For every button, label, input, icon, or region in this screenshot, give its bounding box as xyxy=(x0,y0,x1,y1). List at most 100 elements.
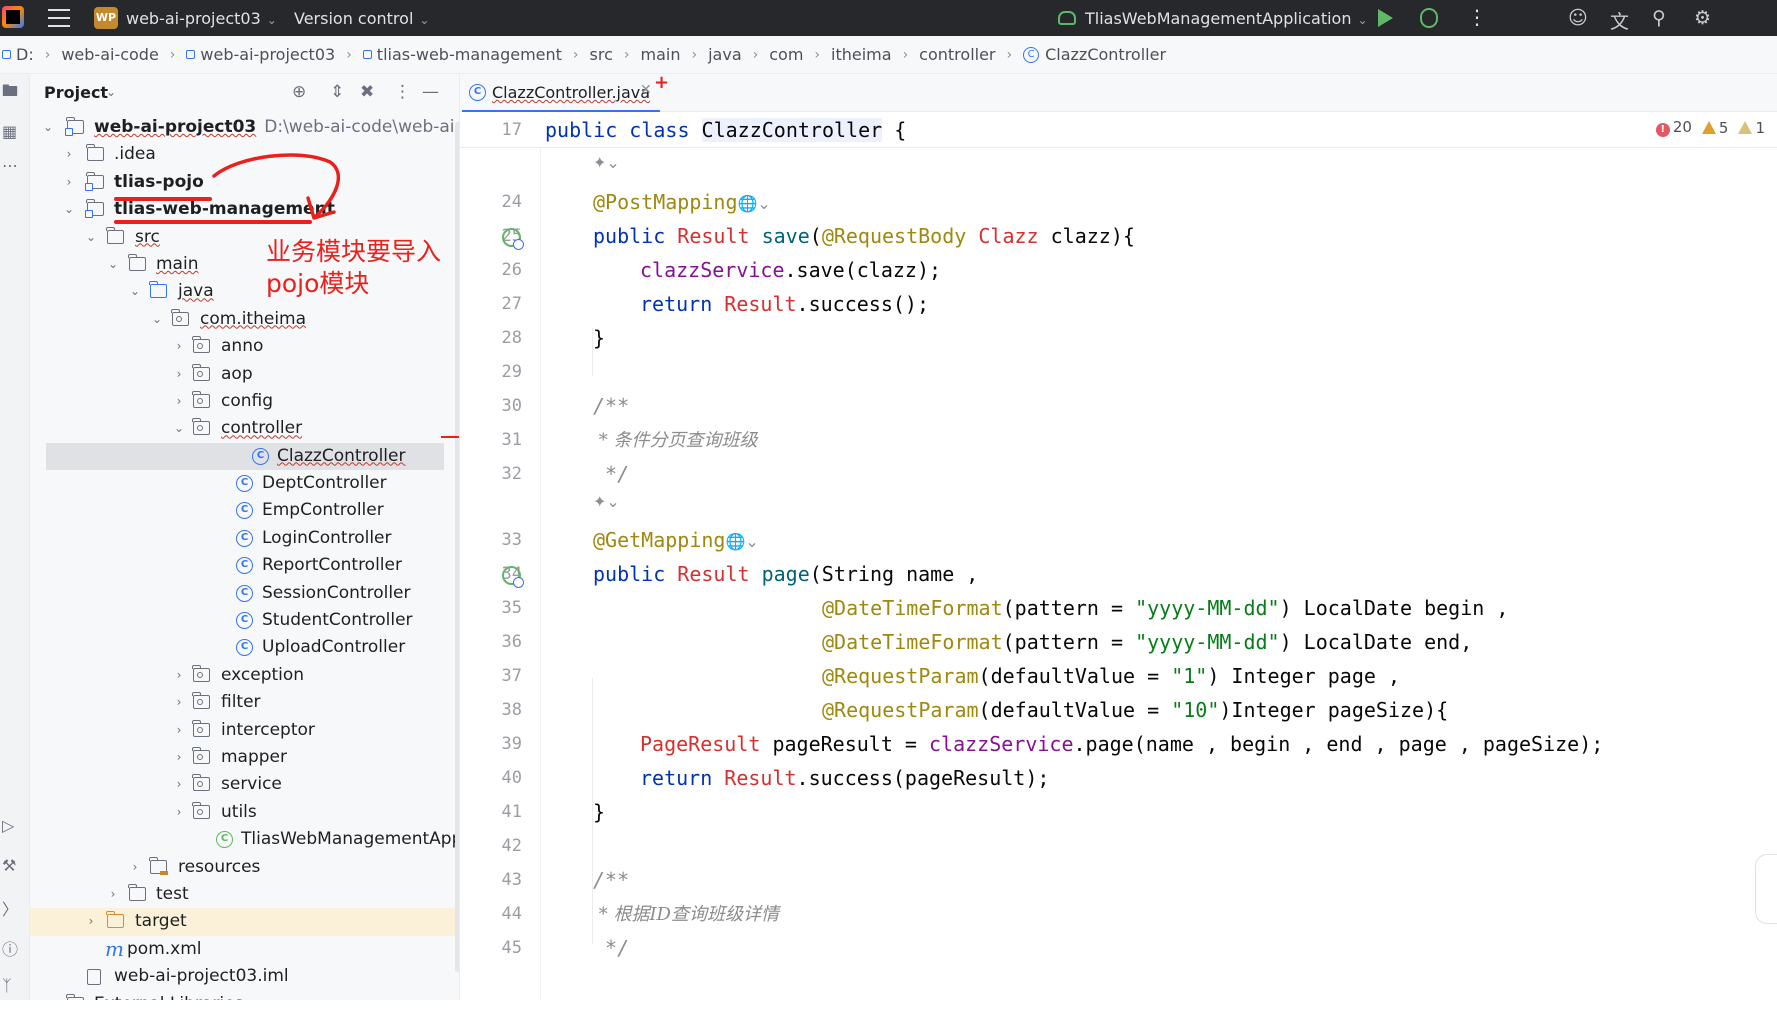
chevron-right-icon[interactable]: › xyxy=(84,908,98,935)
more-tools-icon[interactable]: ⋯ xyxy=(2,156,18,175)
add-user-icon[interactable]: ☺ xyxy=(1568,7,1588,29)
breadcrumb-item[interactable]: main xyxy=(641,45,681,64)
tree-item-idea[interactable]: › .idea xyxy=(30,141,459,168)
tree-item-test[interactable]: › test xyxy=(30,881,459,908)
code-area[interactable]: 17 public class ClazzController { ! 20 5 … xyxy=(460,112,1777,1018)
tree-item-resources[interactable]: › resources xyxy=(30,854,459,881)
chevron-right-icon[interactable]: › xyxy=(172,361,186,388)
breadcrumb-item[interactable]: java xyxy=(708,45,742,64)
chevron-right-icon[interactable]: › xyxy=(172,744,186,771)
tree-item-utils[interactable]: › utils xyxy=(30,799,459,826)
chevron-down-icon[interactable]: ⌄ xyxy=(106,251,120,278)
breadcrumb-item[interactable]: web-ai-code xyxy=(61,45,158,64)
chevron-right-icon[interactable]: › xyxy=(172,662,186,689)
breadcrumb-item[interactable]: tlias-web-management xyxy=(362,45,562,64)
locate-file-icon[interactable]: ⊕ xyxy=(292,82,306,102)
tab-clazzcontroller-java[interactable]: C ClazzController.java ✕ + xyxy=(460,72,669,113)
breadcrumb-item[interactable]: web-ai-project03 xyxy=(186,45,335,64)
build-icon[interactable]: ⚒ xyxy=(2,856,16,875)
tree-item-mapper[interactable]: › mapper xyxy=(30,744,459,771)
search-icon[interactable]: ⚲ xyxy=(1652,7,1666,29)
tree-item-tlias-web-management[interactable]: ⌄ tlias-web-management xyxy=(30,196,459,223)
translate-icon[interactable]: 文 xyxy=(1610,7,1629,34)
tree-item-application[interactable]: C TliasWebManagementApplica xyxy=(30,826,459,853)
endpoint-gutter-icon[interactable] xyxy=(502,228,524,250)
git-icon[interactable]: ᛉ xyxy=(2,976,12,995)
tree-item-iml[interactable]: web-ai-project03.iml xyxy=(30,963,459,990)
tree-item-uploadcontroller[interactable]: C UploadController xyxy=(30,634,459,661)
tree-item-pom-xml[interactable]: m pom.xml xyxy=(30,936,459,963)
tree-item-clazzcontroller[interactable]: C ClazzController xyxy=(46,442,444,471)
chevron-right-icon[interactable]: › xyxy=(106,881,120,908)
chevron-right-icon[interactable]: › xyxy=(172,799,186,826)
options-icon[interactable]: ⋮ xyxy=(394,82,411,102)
side-panel-handle[interactable] xyxy=(1755,854,1777,924)
chevron-down-icon[interactable]: ⌄ xyxy=(84,224,98,251)
tree-item-exception[interactable]: › exception xyxy=(30,662,459,689)
tree-item-sessioncontroller[interactable]: C SessionController xyxy=(30,580,459,607)
tree-item-empcontroller[interactable]: C EmpController xyxy=(30,497,459,524)
chevron-down-icon[interactable]: ⌄ xyxy=(150,306,164,333)
project-badge[interactable]: WP xyxy=(94,7,118,29)
chevron-right-icon[interactable]: › xyxy=(172,333,186,360)
chevron-right-icon[interactable]: › xyxy=(172,771,186,798)
collapse-all-icon[interactable]: ✖ xyxy=(360,82,374,102)
problems-icon[interactable]: ⓘ xyxy=(2,936,18,960)
chevron-right-icon[interactable]: › xyxy=(172,717,186,744)
breadcrumb-item[interactable]: itheima xyxy=(831,45,892,64)
tree-item-reportcontroller[interactable]: C ReportController xyxy=(30,552,459,579)
tree-item-anno[interactable]: › anno xyxy=(30,333,459,360)
chevron-right-icon[interactable]: › xyxy=(172,689,186,716)
chevron-down-icon[interactable]: ⌄ xyxy=(128,278,142,305)
chevron-down-icon[interactable]: ⌄ xyxy=(41,114,55,141)
tree-item-service[interactable]: › service xyxy=(30,771,459,798)
breadcrumb-item[interactable]: C ClazzController xyxy=(1023,45,1166,64)
structure-icon[interactable]: ▦ xyxy=(2,122,17,141)
tree-item-web-ai-project03[interactable]: ⌄ web-ai-project03 D:\web-ai-code\web-ai-… xyxy=(30,114,459,141)
expand-all-icon[interactable]: ⇕ xyxy=(330,82,344,102)
breadcrumb-item[interactable]: src xyxy=(590,45,613,64)
main-menu-icon[interactable] xyxy=(48,9,70,27)
inspection-summary[interactable]: ! 20 5 1 xyxy=(1655,118,1765,137)
ide-logo-icon[interactable] xyxy=(2,6,24,28)
tree-item-controller[interactable]: ⌄ controller xyxy=(30,415,459,442)
breadcrumb-item[interactable]: com xyxy=(769,45,803,64)
chevron-down-icon[interactable]: ⌄ xyxy=(62,196,76,223)
terminal-icon[interactable]: 〉 xyxy=(2,896,18,920)
hide-panel-icon[interactable]: — xyxy=(422,82,439,102)
more-actions-icon[interactable]: ⋮ xyxy=(1467,7,1487,27)
breadcrumb-item[interactable]: controller xyxy=(919,45,995,64)
version-control-menu[interactable]: Version control ⌄ xyxy=(294,9,429,28)
run-icon[interactable] xyxy=(1378,9,1393,27)
run-configuration-selector[interactable]: TliasWebManagementApplication ⌄ xyxy=(1085,9,1368,28)
project-panel-title[interactable]: Project xyxy=(44,83,108,102)
ai-assist-icon[interactable]: ✦⌄ xyxy=(593,492,620,511)
tree-item-target[interactable]: › target xyxy=(30,908,459,936)
tree-item-tlias-pojo[interactable]: › tlias-pojo xyxy=(30,169,459,196)
tree-item-logincontroller[interactable]: C LoginController xyxy=(30,525,459,552)
globe-icon[interactable]: 🌐⌄ xyxy=(725,532,758,551)
tree-item-filter[interactable]: › filter xyxy=(30,689,459,716)
chevron-down-icon[interactable]: ⌄ xyxy=(172,415,186,442)
chevron-right-icon[interactable]: › xyxy=(62,169,76,196)
chevron-down-icon[interactable]: ⌄ xyxy=(106,85,116,99)
project-folder-icon[interactable]: 🖿 xyxy=(2,80,18,107)
project-selector[interactable]: web-ai-project03 ⌄ xyxy=(126,9,277,28)
chevron-right-icon[interactable]: › xyxy=(172,388,186,415)
globe-icon[interactable]: 🌐⌄ xyxy=(738,194,771,213)
close-icon[interactable]: ✕ xyxy=(640,82,652,98)
tree-item-studentcontroller[interactable]: C StudentController xyxy=(30,607,459,634)
tree-item-config[interactable]: › config xyxy=(30,388,459,415)
tree-item-aop[interactable]: › aop xyxy=(30,361,459,388)
chevron-right-icon[interactable]: › xyxy=(128,854,142,881)
endpoint-gutter-icon[interactable] xyxy=(502,566,524,588)
breadcrumb-item[interactable]: D: xyxy=(2,45,34,64)
chevron-right-icon[interactable]: › xyxy=(62,141,76,168)
ai-assist-icon[interactable]: ✦⌄ xyxy=(593,153,620,172)
tree-item-com-itheima[interactable]: ⌄ com.itheima xyxy=(30,306,459,333)
gear-icon[interactable]: ⚙ xyxy=(1694,7,1711,29)
debug-icon[interactable] xyxy=(1420,8,1438,28)
tree-item-deptcontroller[interactable]: C DeptController xyxy=(30,470,459,497)
services-icon[interactable]: ▷ xyxy=(2,816,14,835)
tree-item-interceptor[interactable]: › interceptor xyxy=(30,717,459,744)
